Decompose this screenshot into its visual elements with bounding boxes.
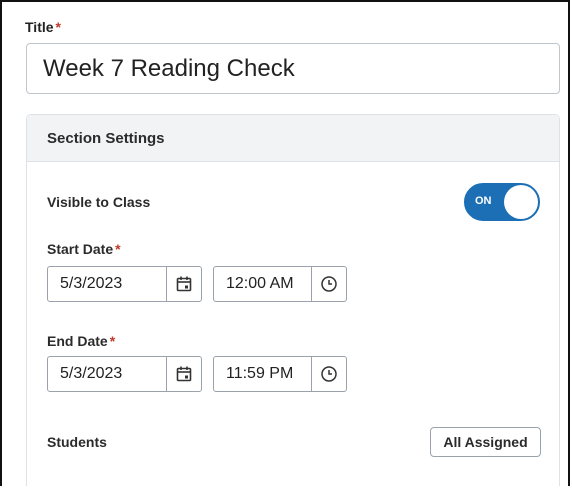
end-date-label-text: End Date [47, 333, 108, 349]
clock-icon [321, 366, 337, 382]
end-time-field[interactable]: 11:59 PM [213, 356, 347, 392]
visible-to-class-label: Visible to Class [47, 194, 151, 210]
end-date-required-mark: * [109, 333, 116, 349]
calendar-icon [176, 366, 192, 382]
toggle-on-text: ON [475, 195, 492, 207]
end-date-picker-button[interactable] [166, 357, 201, 391]
start-date-required-mark: * [115, 241, 121, 257]
start-time-field[interactable]: 12:00 AM [213, 266, 347, 302]
start-date-label-text: Start Date [47, 241, 114, 257]
title-input[interactable] [26, 43, 560, 94]
section-settings-panel: Section Settings Visible to Class ON Sta… [26, 114, 560, 486]
start-date-picker-button[interactable] [166, 267, 201, 301]
start-time-value[interactable]: 12:00 AM [214, 267, 311, 301]
toggle-knob [504, 185, 538, 219]
end-date-value[interactable]: 5/3/2023 [48, 357, 166, 391]
start-time-picker-button[interactable] [311, 267, 346, 301]
start-date-value[interactable]: 5/3/2023 [48, 267, 166, 301]
all-assigned-button[interactable]: All Assigned [430, 427, 541, 457]
end-date-label: End Date * [47, 333, 115, 349]
end-time-picker-button[interactable] [311, 357, 346, 391]
clock-icon [321, 276, 337, 292]
start-date-label: Start Date * [47, 241, 121, 257]
start-date-field[interactable]: 5/3/2023 [47, 266, 202, 302]
title-required-mark: * [55, 19, 61, 35]
title-label: Title * [25, 19, 61, 35]
title-label-text: Title [25, 19, 54, 35]
end-date-field[interactable]: 5/3/2023 [47, 356, 202, 392]
students-label: Students [47, 434, 107, 450]
section-header: Section Settings [27, 115, 559, 162]
end-time-value[interactable]: 11:59 PM [214, 357, 311, 391]
calendar-icon [176, 276, 192, 292]
visible-to-class-toggle[interactable]: ON [464, 183, 540, 221]
